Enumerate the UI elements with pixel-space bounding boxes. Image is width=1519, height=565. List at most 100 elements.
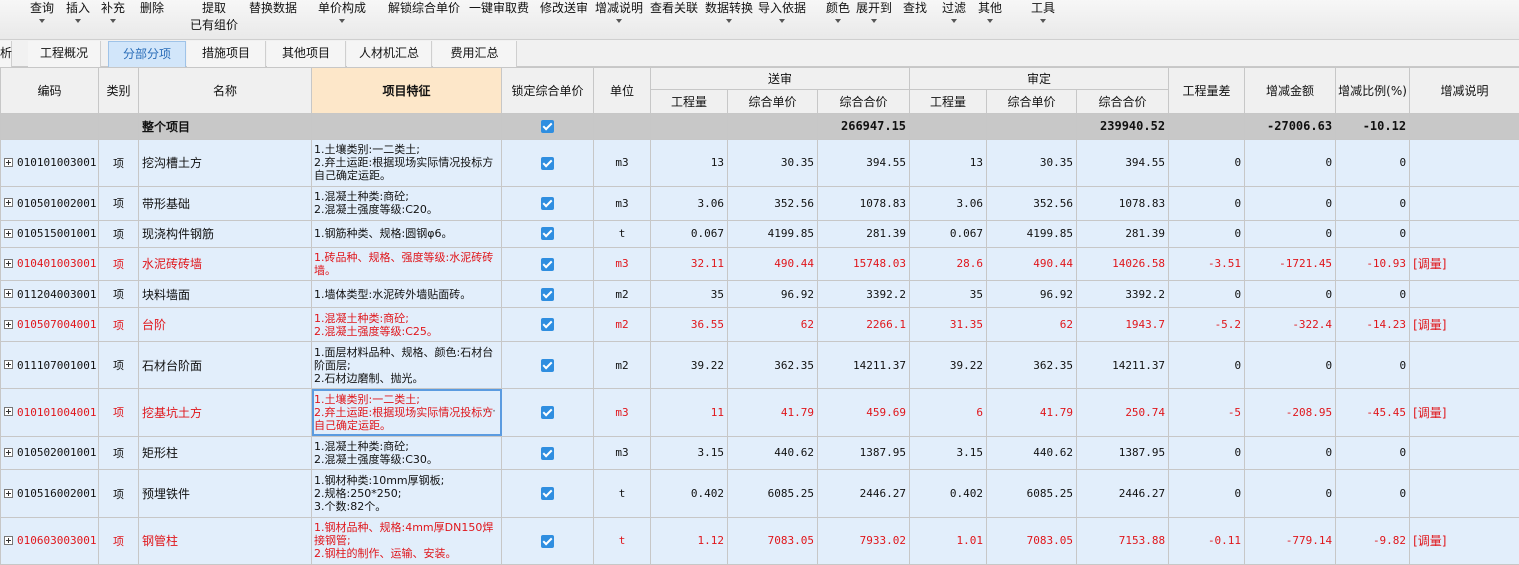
row-feature[interactable]: 1.钢材种类:10mm厚钢板; 2.规格:250*250; 3.个数:82个。 <box>311 469 502 518</box>
table-row[interactable]: 010516002001 项预埋铁件 1.钢材种类:10mm厚钢板; 2.规格:25… <box>0 469 1519 518</box>
row-sub-price[interactable]: 6085.25 <box>727 469 818 518</box>
row-type[interactable]: 项 <box>98 469 139 518</box>
table-row[interactable]: 011204003001 项块料墙面 1.墙体类型:水泥砖外墙贴面砖。 m2 35 96.… <box>0 280 1519 309</box>
row-inc-amount[interactable]: 0 <box>1244 340 1337 390</box>
col-header-app-price[interactable]: 综合单价 <box>986 89 1078 114</box>
row-sub-qty[interactable]: 0.067 <box>650 219 728 248</box>
row-sub-total[interactable]: 281.39 <box>816 219 911 248</box>
row-app-price[interactable]: 7083.05 <box>986 516 1078 565</box>
row-feature[interactable]: 1.钢材品种、规格:4mm厚DN150焊接钢管; 2.钢柱的制作、运输、安装。 <box>311 516 502 565</box>
row-type[interactable]: 项 <box>98 307 139 342</box>
row-qty-diff[interactable]: -3.51 <box>1168 246 1246 282</box>
row-unit[interactable]: m3 <box>593 138 651 187</box>
row-qty-diff[interactable]: 0 <box>1168 340 1246 390</box>
row-code[interactable]: 010401003001 <box>0 246 99 282</box>
row-sub-total[interactable]: 7933.02 <box>816 516 911 565</box>
row-sub-total[interactable]: 2446.27 <box>816 469 911 518</box>
row-app-qty[interactable]: 35 <box>909 280 988 309</box>
row-type[interactable]: 项 <box>98 388 139 437</box>
row-app-total[interactable]: 1078.83 <box>1076 185 1170 221</box>
row-code[interactable]: 010603003001 <box>0 516 99 565</box>
row-sub-total[interactable]: 2266.1 <box>816 307 911 342</box>
toolbar-button-15[interactable]: 展开到 <box>856 1 892 23</box>
row-app-price[interactable]: 362.35 <box>986 340 1078 390</box>
row-name[interactable]: 挖基坑土方 <box>138 388 312 437</box>
row-inc-ratio[interactable]: 0 <box>1335 280 1411 309</box>
row-sub-price[interactable]: 62 <box>727 307 818 342</box>
row-qty-diff[interactable]: 0 <box>1168 280 1246 309</box>
row-code[interactable]: 010515001001 <box>0 219 99 248</box>
row-qty-diff[interactable]: 0 <box>1168 138 1246 187</box>
row-sub-total[interactable]: 3392.2 <box>816 280 911 309</box>
row-app-qty[interactable]: 3.06 <box>909 185 988 221</box>
row-sub-qty[interactable]: 11 <box>650 388 728 437</box>
table-row[interactable]: 010515001001 项现浇构件钢筋 1.钢筋种类、规格:圆钢φ6。 t 0.067… <box>0 219 1519 248</box>
col-header-unit[interactable]: 单位 <box>593 67 651 114</box>
total-lock-checkbox[interactable] <box>501 113 594 140</box>
row-qty-diff[interactable]: 0 <box>1168 185 1246 221</box>
tab-6[interactable]: 费用汇总 <box>433 41 517 67</box>
row-code[interactable]: 010507004001 <box>0 307 99 342</box>
row-app-total[interactable]: 250.74 <box>1076 388 1170 437</box>
table-row[interactable]: 010101003001 项挖沟槽土方 1.土壤类别:一二类土; 2.弃土运距:根据… <box>0 138 1519 187</box>
row-sub-price[interactable]: 362.35 <box>727 340 818 390</box>
row-inc-amount[interactable]: 0 <box>1244 138 1337 187</box>
row-app-qty[interactable]: 39.22 <box>909 340 988 390</box>
expand-plus-icon[interactable] <box>4 198 13 208</box>
row-lock-checkbox[interactable] <box>501 435 594 471</box>
row-inc-note[interactable] <box>1409 219 1519 248</box>
row-sub-qty[interactable]: 1.12 <box>650 516 728 565</box>
row-inc-amount[interactable]: 0 <box>1244 469 1337 518</box>
row-app-price[interactable]: 96.92 <box>986 280 1078 309</box>
row-feature[interactable]: 1.钢筋种类、规格:圆钢φ6。 <box>311 219 502 248</box>
row-sub-price[interactable]: 7083.05 <box>727 516 818 565</box>
row-inc-note[interactable] <box>1409 280 1519 309</box>
row-name[interactable]: 石材台阶面 <box>138 340 312 390</box>
total-row[interactable]: 整个项目 266947.15 239940.52 -27006.63 -10.1… <box>0 113 1519 140</box>
toolbar-button-7[interactable]: 解锁综合单价 <box>388 1 460 16</box>
row-code[interactable]: 010501002001 <box>0 185 99 221</box>
toolbar-button-8[interactable]: 一键审取费 <box>469 1 529 16</box>
row-inc-ratio[interactable]: 0 <box>1335 469 1411 518</box>
row-type[interactable]: 项 <box>98 340 139 390</box>
row-lock-checkbox[interactable] <box>501 516 594 565</box>
col-header-sub-qty[interactable]: 工程量 <box>650 89 728 114</box>
row-inc-ratio[interactable]: 0 <box>1335 435 1411 471</box>
row-inc-amount[interactable]: 0 <box>1244 435 1337 471</box>
row-unit[interactable]: t <box>593 516 651 565</box>
table-row[interactable]: 010502001001 项矩形柱 1.混凝土种类:商砼; 2.混凝土强度等级:C3… <box>0 435 1519 471</box>
toolbar-button-2[interactable]: 补充 <box>101 1 125 23</box>
row-name[interactable]: 挖沟槽土方 <box>138 138 312 187</box>
row-name[interactable]: 台阶 <box>138 307 312 342</box>
toolbar-button-4[interactable]: 提取 已有组价 <box>190 1 238 32</box>
row-app-price[interactable]: 440.62 <box>986 435 1078 471</box>
toolbar-button-1[interactable]: 插入 <box>66 1 90 23</box>
row-unit[interactable]: m3 <box>593 246 651 282</box>
row-qty-diff[interactable]: -5.2 <box>1168 307 1246 342</box>
row-sub-price[interactable]: 4199.85 <box>727 219 818 248</box>
row-app-total[interactable]: 3392.2 <box>1076 280 1170 309</box>
row-name[interactable]: 现浇构件钢筋 <box>138 219 312 248</box>
row-app-price[interactable]: 352.56 <box>986 185 1078 221</box>
row-feature[interactable]: 1.砖品种、规格、强度等级:水泥砖砖墙。 <box>311 246 502 282</box>
table-row[interactable]: 010603003001 项钢管柱 1.钢材品种、规格:4mm厚DN150焊接钢管;… <box>0 516 1519 565</box>
row-inc-ratio[interactable]: 0 <box>1335 185 1411 221</box>
row-sub-qty[interactable]: 36.55 <box>650 307 728 342</box>
row-inc-note[interactable] <box>1409 469 1519 518</box>
expand-plus-icon[interactable] <box>4 535 13 545</box>
expand-plus-icon[interactable] <box>4 157 13 167</box>
row-app-total[interactable]: 281.39 <box>1076 219 1170 248</box>
row-unit[interactable]: m2 <box>593 307 651 342</box>
row-sub-total[interactable]: 394.55 <box>816 138 911 187</box>
row-qty-diff[interactable]: -0.11 <box>1168 516 1246 565</box>
col-header-qty-diff[interactable]: 工程量差 <box>1168 67 1246 114</box>
col-header-inc-amount[interactable]: 增减金额 <box>1244 67 1337 114</box>
row-inc-amount[interactable]: -208.95 <box>1244 388 1337 437</box>
row-inc-note[interactable]: [调量] <box>1409 307 1519 342</box>
row-sub-price[interactable]: 30.35 <box>727 138 818 187</box>
tab-0[interactable]: 析 <box>0 41 12 67</box>
row-type[interactable]: 项 <box>98 246 139 282</box>
row-app-total[interactable]: 14211.37 <box>1076 340 1170 390</box>
row-app-qty[interactable]: 6 <box>909 388 988 437</box>
row-sub-total[interactable]: 15748.03 <box>816 246 911 282</box>
